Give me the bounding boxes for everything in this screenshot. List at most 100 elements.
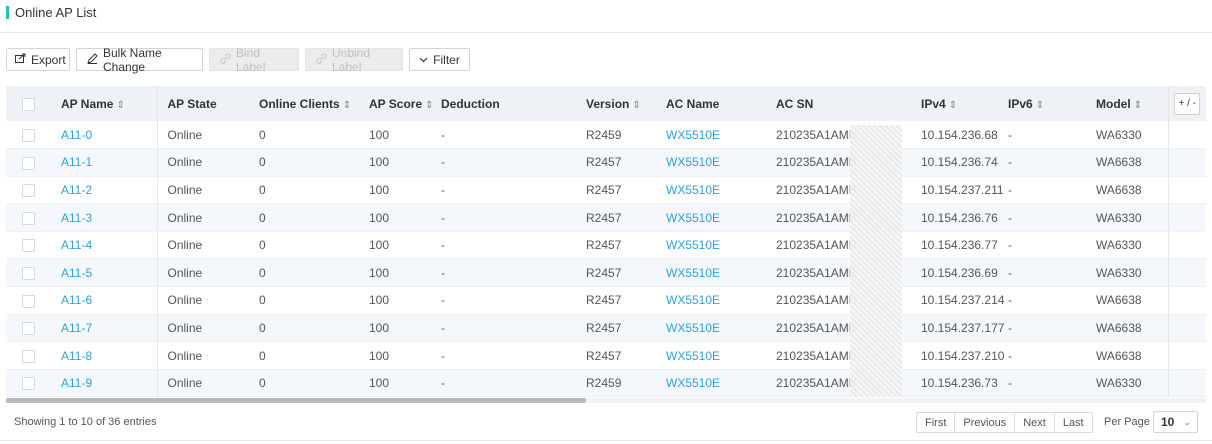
select-all-cell <box>6 86 51 121</box>
col-model[interactable]: Model ⇕ <box>1086 86 1169 121</box>
cell-online-clients: 0 <box>249 314 359 343</box>
cell-ipv4: 10.154.236.77 <box>911 231 998 260</box>
col-ap-score[interactable]: AP Score ⇕ <box>359 86 434 121</box>
cell-ap-score: 100 <box>359 121 431 150</box>
cell-model: WA6330 <box>1086 369 1169 398</box>
sort-icon: ⇕ <box>1133 99 1143 111</box>
cell-ipv6: - <box>998 231 1086 260</box>
cell-ap-name[interactable]: A11-6 <box>51 286 158 315</box>
chevron-down-icon <box>419 54 428 66</box>
cell-ap-name[interactable]: A11-5 <box>51 258 158 288</box>
col-ap-score-label: AP Score <box>369 96 423 111</box>
row-select-cell <box>6 314 51 343</box>
cell-ac-name[interactable]: WX5510E <box>656 176 766 205</box>
table-row: A11-0 Online 0 100- R2459 WX5510E 210235A1AMB 1… <box>6 121 1206 150</box>
row-checkbox[interactable] <box>22 156 35 170</box>
row-select-cell <box>6 203 51 232</box>
cell-ap-name[interactable]: A11-4 <box>51 231 158 260</box>
col-online-clients[interactable]: Online Clients ⇕ <box>249 86 359 121</box>
cell-ap-state: Online <box>157 341 249 370</box>
cell-ipv6: - <box>998 121 1086 150</box>
cell-ac-name[interactable]: WX5510E <box>656 258 766 288</box>
row-checkbox[interactable] <box>22 377 35 391</box>
unbind-label-label: Unbind Label <box>332 45 371 74</box>
row-checkbox[interactable] <box>22 349 35 363</box>
row-spacer-cell <box>1168 121 1206 150</box>
col-ipv4[interactable]: IPv4 ⇕ <box>911 86 998 121</box>
cell-ac-name[interactable]: WX5510E <box>656 231 766 260</box>
cell-deduction: - <box>431 121 576 150</box>
toolbar: Export Bulk Name Change Bind Label Unbin… <box>6 45 470 74</box>
cell-ac-name[interactable]: WX5510E <box>656 121 766 150</box>
cell-ipv4: 10.154.236.74 <box>911 148 998 177</box>
table-row: A11-1 Online 0 100- R2457 WX5510E 210235A1AMB 1… <box>6 148 1206 177</box>
col-ap-name-label: AP Name <box>61 96 114 111</box>
cell-ap-name[interactable]: A11-3 <box>51 203 158 232</box>
cell-ac-name[interactable]: WX5510E <box>656 369 766 398</box>
row-checkbox[interactable] <box>22 239 35 253</box>
horizontal-scrollbar-thumb[interactable] <box>6 398 586 403</box>
cell-ap-state: Online <box>157 148 249 177</box>
previous-page-button[interactable]: Previous <box>954 412 1016 433</box>
row-spacer-cell <box>1168 341 1206 370</box>
row-checkbox[interactable] <box>22 184 35 198</box>
cell-ap-name[interactable]: A11-2 <box>51 176 158 205</box>
row-select-cell <box>6 121 51 150</box>
row-spacer-cell <box>1168 176 1206 205</box>
row-checkbox[interactable] <box>22 211 35 225</box>
cell-deduction: - <box>431 231 576 260</box>
export-button[interactable]: Export <box>6 48 70 71</box>
cell-online-clients: 0 <box>249 231 359 260</box>
title-accent-bar <box>6 5 9 19</box>
col-ap-name[interactable]: AP Name ⇕ <box>51 86 158 121</box>
filter-button[interactable]: Filter <box>409 48 470 71</box>
per-page-select[interactable]: 10 ⌄ <box>1153 411 1198 433</box>
sort-icon: ⇕ <box>1035 99 1045 111</box>
cell-ap-name[interactable]: A11-9 <box>51 369 158 398</box>
cell-ac-name[interactable]: WX5510E <box>656 286 766 315</box>
cell-ap-name[interactable]: A11-0 <box>51 121 158 150</box>
per-page-label: Per Page <box>1104 416 1150 428</box>
bulk-name-change-button[interactable]: Bulk Name Change <box>76 46 203 74</box>
table-row: A11-8 Online 0 100- R2457 WX5510E 210235A1AMB 1… <box>6 341 1206 370</box>
cell-ap-state: Online <box>157 369 249 398</box>
table-row: A11-2 Online 0 100- R2457 WX5510E 210235A1AMB 1… <box>6 176 1206 205</box>
cell-ac-name[interactable]: WX5510E <box>656 148 766 177</box>
column-toggle-button[interactable]: + / - <box>1174 92 1201 115</box>
row-select-cell <box>6 231 51 260</box>
cell-version: R2459 <box>576 369 656 398</box>
table-row: A11-3 Online 0 100- R2457 WX5510E 210235A1AMB 1… <box>6 203 1206 232</box>
row-select-cell <box>6 369 51 398</box>
cell-ipv4: 10.154.237.210 <box>911 341 1004 370</box>
last-page-button[interactable]: Last <box>1053 412 1093 433</box>
row-select-cell <box>6 286 51 315</box>
cell-model: WA6638 <box>1086 286 1169 315</box>
col-version[interactable]: Version ⇕ <box>576 86 656 121</box>
col-ipv6[interactable]: IPv6 ⇕ <box>998 86 1086 121</box>
select-all-checkbox[interactable] <box>22 97 35 111</box>
row-checkbox[interactable] <box>22 266 35 280</box>
cell-ap-name[interactable]: A11-8 <box>51 341 158 370</box>
cell-ipv6: - <box>998 176 1086 205</box>
row-checkbox[interactable] <box>22 128 35 142</box>
cell-ap-name[interactable]: A11-1 <box>51 148 158 177</box>
cell-model: WA6638 <box>1086 148 1169 177</box>
cell-ap-state: Online <box>157 286 249 315</box>
header-divider <box>0 32 1212 33</box>
cell-ac-name[interactable]: WX5510E <box>656 341 766 370</box>
cell-ap-name[interactable]: A11-7 <box>51 314 158 343</box>
row-checkbox[interactable] <box>22 322 35 336</box>
first-page-button[interactable]: First <box>916 412 956 433</box>
cell-ac-name[interactable]: WX5510E <box>656 314 766 343</box>
row-spacer-cell <box>1168 314 1206 343</box>
link-icon <box>220 52 231 67</box>
cell-version: R2457 <box>576 286 656 315</box>
cell-online-clients: 0 <box>249 286 359 315</box>
row-checkbox[interactable] <box>22 294 35 308</box>
unbind-label-button[interactable]: Unbind Label <box>305 45 403 74</box>
bind-label-button[interactable]: Bind Label <box>209 46 299 74</box>
col-deduction-label: Deduction <box>441 96 500 111</box>
cell-ac-name[interactable]: WX5510E <box>656 203 766 232</box>
next-page-button[interactable]: Next <box>1014 412 1055 433</box>
cell-ipv6: - <box>998 341 1086 370</box>
